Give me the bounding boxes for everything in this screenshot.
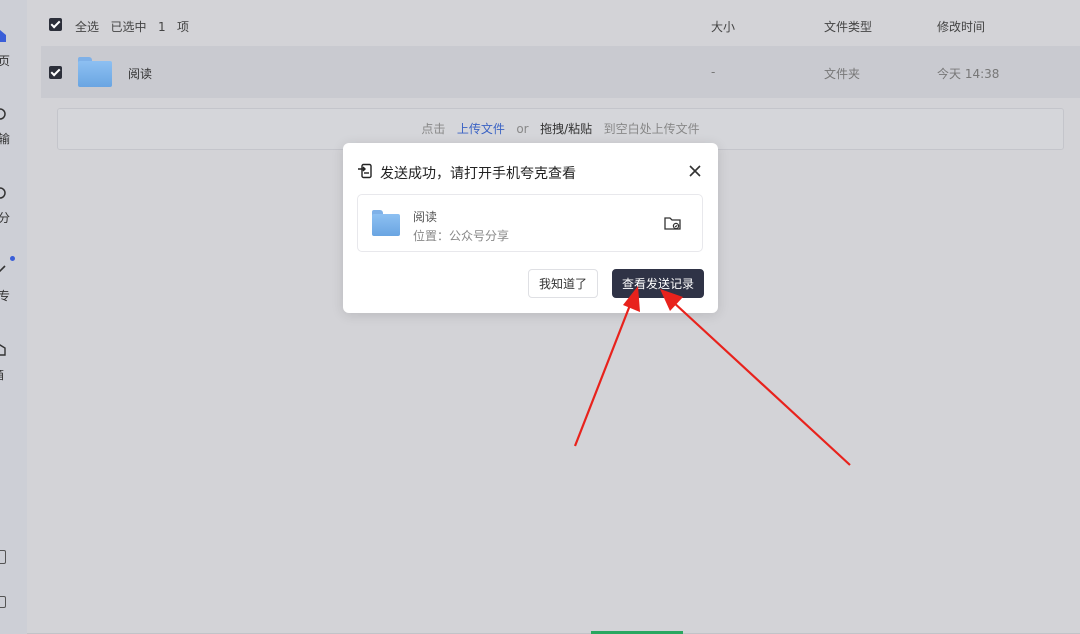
selected-unit: 项 [177, 20, 190, 34]
list-header: 全选 已选中 1 项 大小 文件类型 修改时间 [41, 0, 1080, 46]
sent-file-location: 位置：公众号分享 [413, 229, 510, 243]
got-it-button[interactable]: 我知道了 [528, 269, 598, 298]
view-send-record-button[interactable]: 查看发送记录 [612, 269, 704, 298]
folder-icon [372, 210, 400, 236]
column-type[interactable]: 文件类型 [824, 18, 872, 35]
settings-icon[interactable] [0, 596, 6, 608]
selection-summary: 全选 已选中 1 项 [75, 18, 189, 35]
notification-dot [10, 256, 15, 261]
select-all-label[interactable]: 全选 [75, 20, 99, 34]
column-modified[interactable]: 修改时间 [937, 18, 985, 35]
file-size: - [711, 65, 716, 79]
sidebar-item-label: 页 [0, 54, 11, 68]
sidebar-item-label: 分 [0, 211, 11, 225]
main-area: 全选 已选中 1 项 大小 文件类型 修改时间 阅读 - 文件夹 今天 14:3… [27, 0, 1080, 634]
selected-prefix: 已选中 [110, 20, 147, 34]
column-size[interactable]: 大小 [711, 18, 735, 35]
open-folder-icon[interactable] [664, 215, 682, 231]
row-checkbox[interactable] [49, 66, 62, 79]
file-modified: 今天 14:38 [937, 67, 1000, 81]
select-all-checkbox[interactable] [49, 18, 62, 31]
sidebar-item-label: 箱 [0, 366, 4, 383]
toolbox-icon [0, 344, 6, 356]
file-name[interactable]: 阅读 [128, 65, 152, 82]
upload-click-text: 点击 [421, 122, 446, 136]
sidebar: 页 输 分 专 箱 [0, 0, 27, 634]
table-row[interactable]: 阅读 - 文件夹 今天 14:38 [41, 46, 1080, 98]
folder-icon [78, 57, 112, 87]
upload-suffix-text: 到空白处上传文件 [603, 122, 700, 136]
transfer-icon [0, 108, 6, 120]
file-type: 文件夹 [824, 67, 861, 81]
close-icon[interactable] [687, 163, 703, 179]
phone-send-icon [358, 163, 372, 179]
share-icon [0, 187, 6, 199]
sidebar-item-label: 输 [0, 132, 11, 146]
send-success-dialog: 发送成功，请打开手机夸克查看 阅读 位置：公众号分享 我知道了 查看发送记录 [343, 143, 718, 313]
home-icon [0, 30, 6, 42]
sent-file-name: 阅读 [413, 210, 438, 224]
selected-count: 1 [157, 20, 166, 34]
dialog-title: 发送成功，请打开手机夸克查看 [380, 166, 576, 182]
edit-icon [0, 265, 6, 273]
upload-file-link[interactable]: 上传文件 [457, 122, 505, 136]
device-icon[interactable] [0, 550, 6, 564]
upload-or-text: or [516, 122, 529, 136]
sent-file-card: 阅读 位置：公众号分享 [357, 194, 703, 252]
upload-drag-text: 拖拽/粘贴 [540, 122, 593, 136]
sidebar-item-label: 专 [0, 289, 11, 303]
